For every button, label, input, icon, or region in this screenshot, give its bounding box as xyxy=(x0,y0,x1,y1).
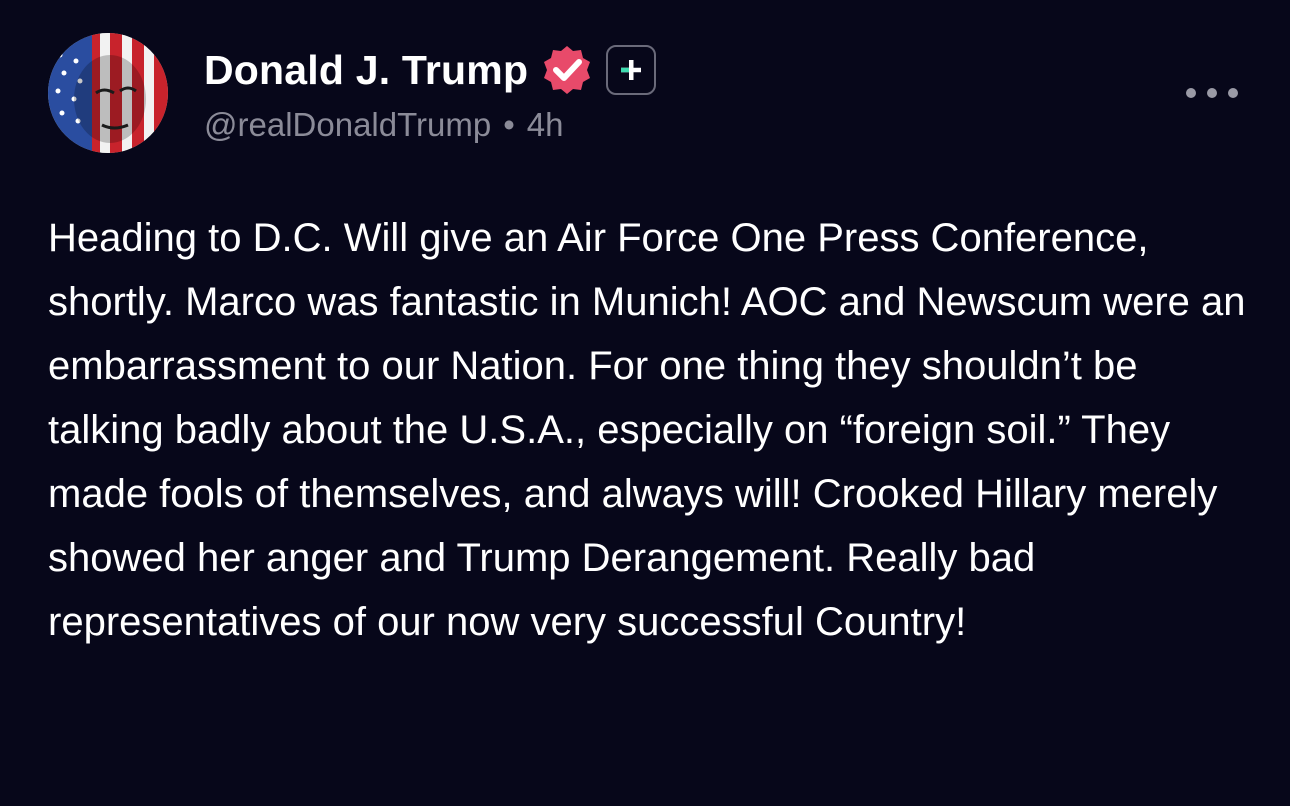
meta-separator: • xyxy=(503,106,515,143)
author-handle[interactable]: @realDonaldTrump xyxy=(204,106,491,143)
post-card: Donald J. Trump @realDonaldTrump • 4h Head… xyxy=(0,0,1290,806)
face-shading xyxy=(74,55,146,143)
author-avatar[interactable] xyxy=(48,33,168,153)
avatar-image xyxy=(48,33,168,153)
more-dot xyxy=(1228,88,1238,98)
post-text: Heading to D.C. Will give an Air Force O… xyxy=(48,216,1246,644)
more-dot xyxy=(1207,88,1217,98)
more-dot xyxy=(1186,88,1196,98)
plus-badge-icon[interactable] xyxy=(606,45,657,95)
post-timestamp[interactable]: 4h xyxy=(527,106,564,143)
more-options-icon[interactable] xyxy=(1186,80,1238,106)
author-display-name[interactable]: Donald J. Trump xyxy=(204,47,528,94)
verified-badge-icon xyxy=(540,43,594,97)
author-meta-row: @realDonaldTrump • 4h xyxy=(204,106,564,144)
author-name-row: Donald J. Trump xyxy=(204,42,657,98)
